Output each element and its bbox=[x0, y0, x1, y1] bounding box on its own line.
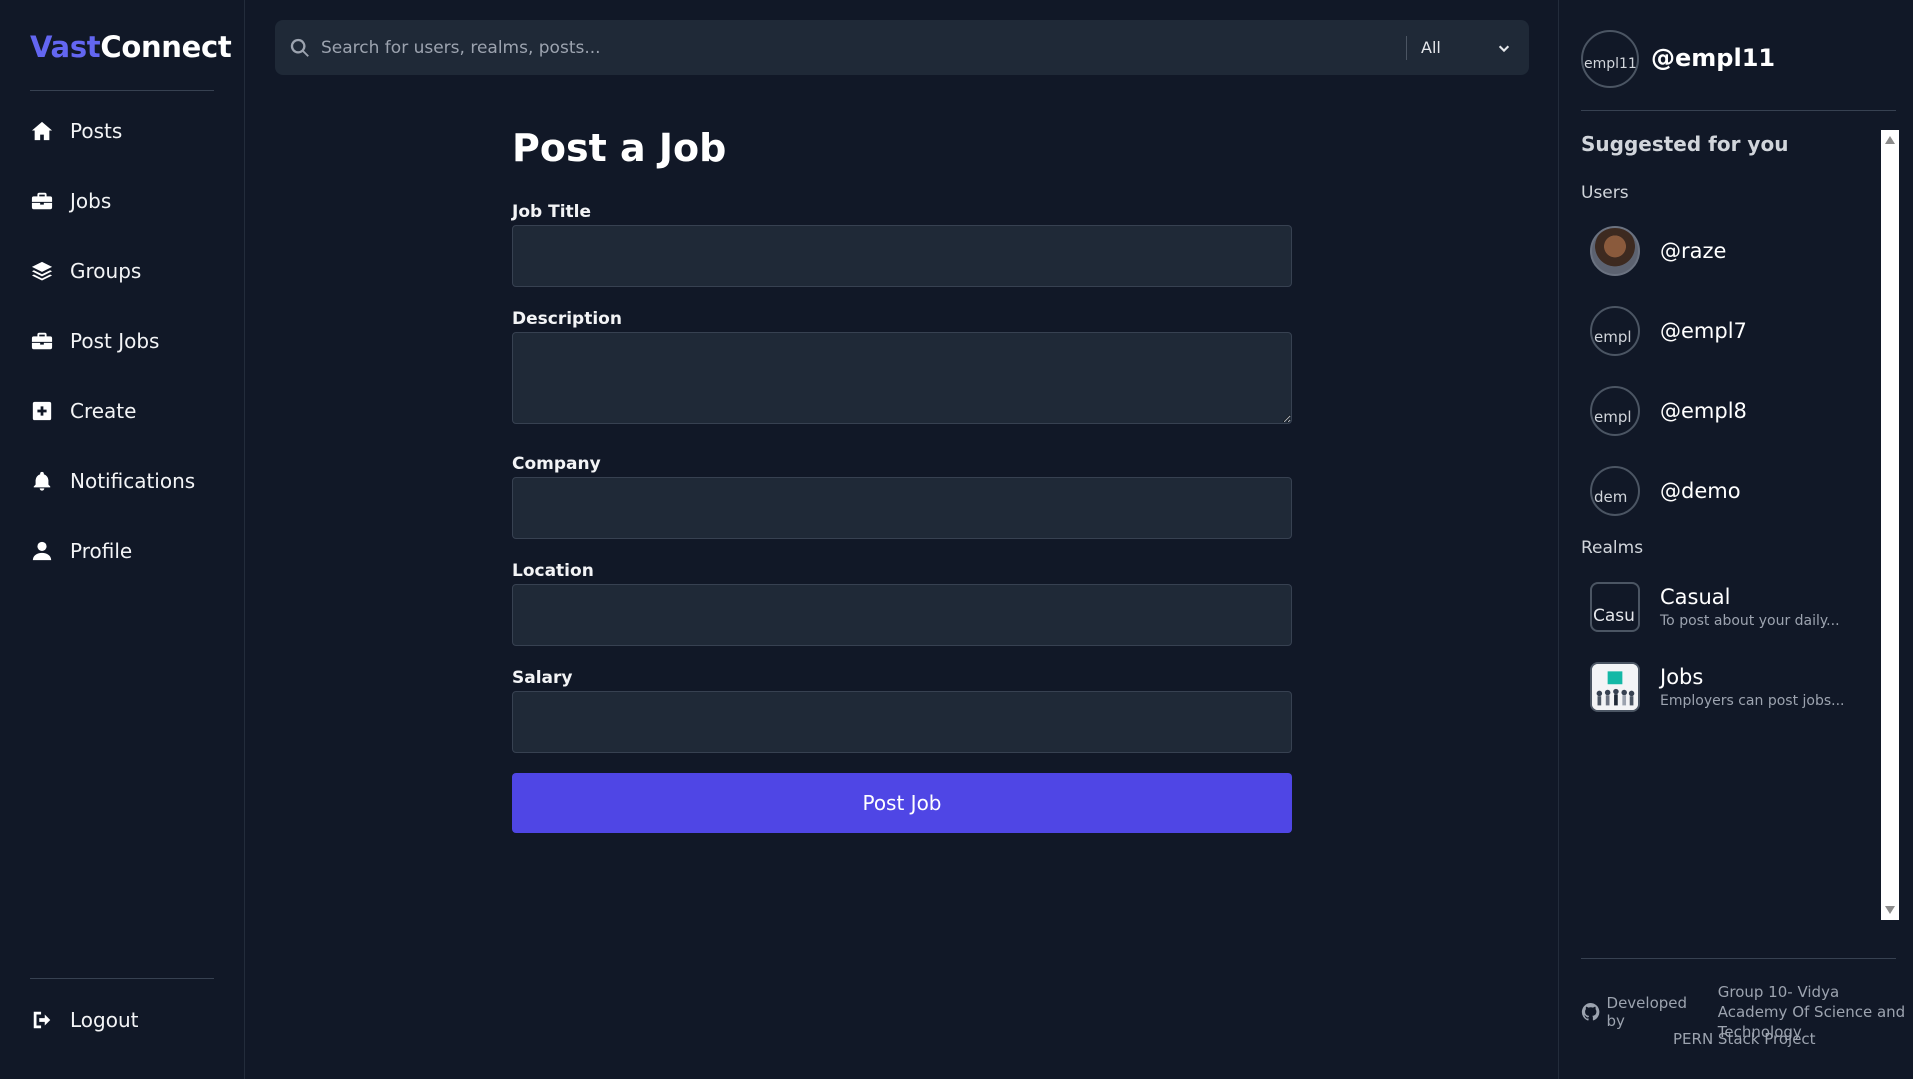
search-filter-value: All bbox=[1421, 38, 1441, 57]
description-label: Description bbox=[512, 309, 622, 329]
suggestions-title: Suggested for you bbox=[1581, 132, 1789, 156]
salary-input[interactable] bbox=[512, 691, 1292, 753]
nav-label: Create bbox=[70, 399, 137, 423]
suggestions-scrollbar[interactable] bbox=[1881, 130, 1899, 920]
logout-icon bbox=[30, 1008, 54, 1032]
realm-avatar: Casu bbox=[1590, 582, 1640, 632]
realm-description: To post about your daily... bbox=[1660, 613, 1840, 629]
scroll-up-arrow-icon[interactable] bbox=[1885, 136, 1895, 144]
nav-item-groups[interactable]: Groups bbox=[30, 251, 141, 291]
suggested-user-handle: @raze bbox=[1660, 239, 1727, 263]
company-label: Company bbox=[512, 454, 601, 474]
project-label: PERN Stack Project bbox=[1673, 1030, 1816, 1048]
avatar: empl bbox=[1590, 306, 1640, 356]
company-input[interactable] bbox=[512, 477, 1292, 539]
left-sidebar: VastConnect Posts Jobs Groups Post Jobs … bbox=[0, 0, 245, 1079]
search-bar: All bbox=[275, 20, 1529, 75]
nav-item-notifications[interactable]: Notifications bbox=[30, 461, 195, 501]
suggested-user-empl7[interactable]: empl @empl7 bbox=[1590, 304, 1747, 358]
suggested-user-handle: @demo bbox=[1660, 479, 1741, 503]
salary-label: Salary bbox=[512, 668, 573, 688]
page-title: Post a Job bbox=[512, 126, 727, 170]
realm-name: Jobs bbox=[1660, 665, 1704, 689]
realm-description: Employers can post jobs... bbox=[1660, 693, 1845, 709]
briefcase-icon bbox=[30, 329, 54, 353]
search-input[interactable] bbox=[321, 37, 1406, 58]
suggested-user-demo[interactable]: dem @demo bbox=[1590, 464, 1741, 518]
post-job-form: Post a Job Job Title Description Company… bbox=[512, 110, 1292, 833]
suggested-user-empl8[interactable]: empl @empl8 bbox=[1590, 384, 1747, 438]
brand-logo[interactable]: VastConnect bbox=[30, 30, 232, 64]
nav-label: Posts bbox=[70, 119, 123, 143]
home-icon bbox=[30, 119, 54, 143]
suggested-realm-jobs[interactable]: Jobs Employers can post jobs... bbox=[1590, 660, 1845, 714]
realm-text: Jobs Employers can post jobs... bbox=[1660, 665, 1845, 709]
nav-item-profile[interactable]: Profile bbox=[30, 531, 132, 571]
suggested-realm-casual[interactable]: Casu Casual To post about your daily... bbox=[1590, 580, 1840, 634]
profile-handle[interactable]: @empl11 bbox=[1651, 44, 1775, 72]
nav-label: Notifications bbox=[70, 469, 196, 493]
developed-by-label: Developed by bbox=[1606, 994, 1688, 1030]
suggested-user-raze[interactable]: @raze bbox=[1590, 224, 1726, 278]
right-divider-top bbox=[1581, 110, 1896, 111]
job-title-input[interactable] bbox=[512, 225, 1292, 287]
brand-part2: Connect bbox=[100, 30, 232, 64]
job-title-label: Job Title bbox=[512, 202, 591, 222]
nav-item-jobs[interactable]: Jobs bbox=[30, 181, 111, 221]
bell-icon bbox=[30, 469, 54, 493]
post-job-button[interactable]: Post Job bbox=[512, 773, 1292, 833]
jobs-realm-image-icon bbox=[1592, 664, 1638, 710]
github-icon[interactable] bbox=[1581, 1002, 1601, 1022]
sidebar-divider-bottom bbox=[30, 978, 214, 979]
nav-label: Groups bbox=[70, 259, 142, 283]
logout-label: Logout bbox=[70, 1008, 139, 1032]
nav-label: Profile bbox=[70, 539, 133, 563]
suggested-user-handle: @empl7 bbox=[1660, 319, 1747, 343]
sidebar-divider-top bbox=[30, 90, 214, 91]
location-label: Location bbox=[512, 561, 594, 581]
realms-heading: Realms bbox=[1581, 538, 1644, 558]
user-icon bbox=[30, 539, 54, 563]
layers-icon bbox=[30, 259, 54, 283]
nav-label: Post Jobs bbox=[70, 329, 160, 353]
search-filter-select[interactable]: All bbox=[1421, 38, 1529, 57]
avatar[interactable]: empl11 bbox=[1581, 30, 1639, 88]
nav-item-create[interactable]: Create bbox=[30, 391, 136, 431]
avatar bbox=[1590, 226, 1640, 276]
briefcase-icon bbox=[30, 189, 54, 213]
location-input[interactable] bbox=[512, 584, 1292, 646]
right-divider-bottom bbox=[1581, 958, 1896, 959]
logout-button[interactable]: Logout bbox=[30, 1000, 138, 1040]
users-heading: Users bbox=[1581, 183, 1629, 203]
chevron-down-icon bbox=[1498, 45, 1510, 52]
scroll-down-arrow-icon[interactable] bbox=[1885, 906, 1895, 914]
app-root: VastConnect Posts Jobs Groups Post Jobs … bbox=[0, 0, 1913, 1079]
description-textarea[interactable] bbox=[512, 332, 1292, 424]
nav-label: Jobs bbox=[70, 189, 112, 213]
avatar: dem bbox=[1590, 466, 1640, 516]
avatar: empl bbox=[1590, 386, 1640, 436]
plus-square-icon bbox=[30, 399, 54, 423]
suggested-user-handle: @empl8 bbox=[1660, 399, 1747, 423]
realm-avatar bbox=[1590, 662, 1640, 712]
right-panel: empl11 @empl11 Suggested for you Users @… bbox=[1558, 0, 1913, 1079]
search-icon bbox=[289, 37, 311, 59]
nav-item-post-jobs[interactable]: Post Jobs bbox=[30, 321, 159, 361]
search-separator bbox=[1406, 35, 1407, 60]
brand-part1: Vast bbox=[30, 30, 101, 64]
realm-text: Casual To post about your daily... bbox=[1660, 585, 1840, 629]
nav-item-posts[interactable]: Posts bbox=[30, 111, 122, 151]
realm-name: Casual bbox=[1660, 585, 1731, 609]
